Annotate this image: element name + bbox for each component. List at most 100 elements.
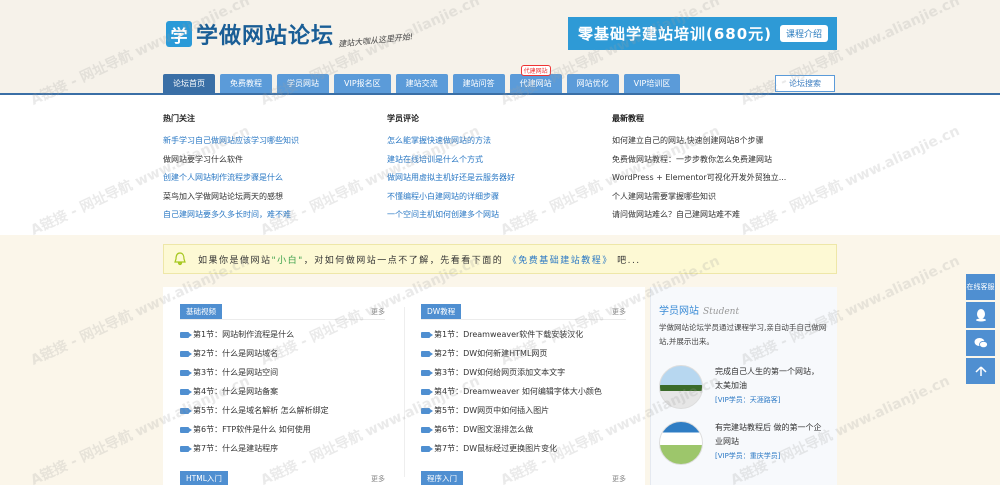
qq-icon[interactable] bbox=[966, 302, 995, 328]
more-link[interactable]: 更多 bbox=[371, 474, 385, 484]
hot-topic-link[interactable]: 自己建网站要多久多长时间，难不难 bbox=[163, 206, 299, 225]
tutorial-link[interactable]: 请问做网站难么？自己建网站难不难 bbox=[612, 206, 786, 225]
case-title[interactable]: 有完建站教程后 做的第一个企业网站 bbox=[715, 421, 825, 449]
review-link[interactable]: 不懂编程小白建网站的详细步骤 bbox=[387, 188, 515, 207]
video-icon bbox=[421, 388, 433, 395]
case-title[interactable]: 完成自己人生的第一个网站，太美加油 bbox=[715, 365, 825, 393]
section-tag[interactable]: DW教程 bbox=[421, 304, 462, 319]
video-icon bbox=[421, 445, 433, 452]
sidebar-description: 学做网站论坛学员通过课程学习,亲自动手自己做网站,并展示出来。 bbox=[659, 323, 827, 346]
video-icon bbox=[180, 407, 192, 414]
nav-item-exchange[interactable]: 建站交流 bbox=[395, 74, 448, 93]
case-thumbnail[interactable] bbox=[659, 421, 703, 465]
hot-topic-link[interactable]: 创建个人网站制作流程步骤是什么 bbox=[163, 169, 299, 188]
hot-topic-link[interactable]: 新手学习自己做网站应该学习哪些知识 bbox=[163, 132, 299, 151]
review-link[interactable]: 怎么能掌握快速做网站的方法 bbox=[387, 132, 515, 151]
lesson-item[interactable]: 第1节：网站制作流程是什么 bbox=[180, 325, 385, 344]
lesson-title: 第5节：DW网页中如何插入图片 bbox=[434, 406, 550, 415]
column-title: 最新教程 bbox=[612, 114, 644, 123]
review-link[interactable]: 做网站用虚拟主机好还是云服务器好 bbox=[387, 169, 515, 188]
lesson-item[interactable]: 第7节：DW鼠标经过更换图片变化 bbox=[421, 439, 626, 458]
lesson-item[interactable]: 第5节：DW网页中如何插入图片 bbox=[421, 401, 626, 420]
lesson-title: 第3节：DW如何给网页添加文本文字 bbox=[434, 368, 566, 377]
video-icon bbox=[180, 350, 192, 357]
case-info: 完成自己人生的第一个网站，太美加油 [VIP学员：天涯路客] bbox=[715, 365, 825, 409]
more-link[interactable]: 更多 bbox=[612, 474, 626, 484]
notice-highlight: "小白" bbox=[271, 255, 304, 266]
logo-text: 学做网站论坛 bbox=[196, 24, 335, 49]
lesson-title: 第7节：DW鼠标经过更换图片变化 bbox=[434, 444, 558, 453]
review-link[interactable]: 一个空间主机如何创建多个网站 bbox=[387, 206, 515, 225]
hot-topic-link[interactable]: 做网站要学习什么软件 bbox=[163, 151, 299, 170]
lesson-item[interactable]: 第2节：DW如何新建HTML网页 bbox=[421, 344, 626, 363]
more-link[interactable]: 更多 bbox=[371, 307, 385, 317]
lesson-item[interactable]: 第6节：FTP软件是什么 如何使用 bbox=[180, 420, 385, 439]
basic-video-section: 基础视频 更多 第1节：网站制作流程是什么 第2节：什么是网站域名 第3节：什么… bbox=[180, 304, 385, 458]
nav-item-student-sites[interactable]: 学员网站 bbox=[277, 74, 329, 93]
lesson-title: 第5节：什么是域名解析 怎么解析绑定 bbox=[193, 406, 329, 415]
student-case[interactable]: 有完建站教程后 做的第一个企业网站 [VIP学员：重庆学员] bbox=[659, 421, 825, 465]
lesson-title: 第6节：DW图文混排怎么做 bbox=[434, 425, 534, 434]
lesson-item[interactable]: 第3节：什么是网站空间 bbox=[180, 363, 385, 382]
hot-topic-link[interactable]: 菜鸟加入学做网站论坛两天的感想 bbox=[163, 188, 299, 207]
tutorial-link[interactable]: 个人建网站需要掌握哪些知识 bbox=[612, 188, 786, 207]
dw-tutorial-section: DW教程 更多 第1节：Dreamweaver软件下载安装汉化 第2节：DW如何… bbox=[421, 304, 626, 458]
lesson-title: 第1节：Dreamweaver软件下载安装汉化 bbox=[434, 330, 584, 339]
lesson-title: 第3节：什么是网站空间 bbox=[193, 368, 279, 377]
mega-menu: 热门关注 新手学习自己做网站应该学习哪些知识 做网站要学习什么软件 创建个人网站… bbox=[0, 95, 1000, 235]
lesson-item[interactable]: 第7节：什么是建站程序 bbox=[180, 439, 385, 458]
lesson-title: 第7节：什么是建站程序 bbox=[193, 444, 279, 453]
video-icon bbox=[180, 388, 192, 395]
video-icon bbox=[421, 426, 433, 433]
section-header: 程序入门 更多 bbox=[421, 471, 626, 485]
online-service-button[interactable]: 在线客服 bbox=[966, 274, 995, 300]
video-icon bbox=[180, 369, 192, 376]
logo-slogan: 建站大咖从这里开始! bbox=[337, 31, 414, 49]
sidebar-title-cn: 学员网站 bbox=[659, 306, 699, 317]
tutorial-link[interactable]: 免费做网站教程：一步步教你怎么免费建网站 bbox=[612, 151, 786, 170]
lesson-item[interactable]: 第4节：Dreamweaver 如何编辑字体大小颜色 bbox=[421, 382, 626, 401]
lesson-item[interactable]: 第1节：Dreamweaver软件下载安装汉化 bbox=[421, 325, 626, 344]
case-thumbnail[interactable] bbox=[659, 365, 703, 409]
nav-item-home[interactable]: 论坛首页 bbox=[163, 74, 215, 93]
video-icon bbox=[421, 331, 433, 338]
banner-course-button[interactable]: 课程介绍 bbox=[780, 25, 829, 42]
video-icon bbox=[180, 426, 192, 433]
lesson-title: 第4节：Dreamweaver 如何编辑字体大小颜色 bbox=[434, 387, 602, 396]
review-link[interactable]: 建站在线培训是什么个方式 bbox=[387, 151, 515, 170]
html-intro-section: HTML入门 更多 bbox=[180, 471, 385, 485]
nav-item-qa[interactable]: 建站问答 bbox=[452, 74, 505, 93]
wechat-icon[interactable] bbox=[966, 330, 995, 356]
notice-middle: ，对如何做网站一点不了解，先看看下面的 bbox=[303, 255, 504, 266]
lesson-item[interactable]: 第4节：什么是网站备案 bbox=[180, 382, 385, 401]
back-to-top-icon[interactable] bbox=[966, 358, 995, 384]
site-logo[interactable]: 学 学做网站论坛 建站大咖从这里开始! bbox=[166, 18, 413, 50]
nav-item-site-build[interactable]: 代建网站 代建网站 bbox=[509, 65, 562, 93]
notice-prefix: 如果你是做网站 bbox=[198, 255, 272, 266]
video-icon bbox=[180, 331, 192, 338]
notice-tutorial-link[interactable]: 《免费基础建站教程》 bbox=[508, 256, 613, 266]
section-tag[interactable]: 基础视频 bbox=[180, 304, 222, 319]
nav-item-vip-training[interactable]: VIP培训区 bbox=[623, 74, 681, 93]
bell-icon bbox=[172, 251, 188, 267]
nav-item-vip-signup[interactable]: VIP报名区 bbox=[334, 74, 391, 93]
lesson-item[interactable]: 第6节：DW图文混排怎么做 bbox=[421, 420, 626, 439]
tutorial-link[interactable]: 如何建立自己的网站,快速创建网站8个步骤 bbox=[612, 132, 786, 151]
nav-item-label: 代建网站 bbox=[519, 79, 552, 88]
training-banner[interactable]: 零基础学建站培训(680元) 课程介绍 bbox=[568, 17, 837, 50]
nav-item-seo[interactable]: 网站优化 bbox=[566, 74, 619, 93]
lesson-item[interactable]: 第2节：什么是网站域名 bbox=[180, 344, 385, 363]
more-link[interactable]: 更多 bbox=[612, 307, 626, 317]
lesson-item[interactable]: 第3节：DW如何给网页添加文本文字 bbox=[421, 363, 626, 382]
lesson-item[interactable]: 第5节：什么是域名解析 怎么解析绑定 bbox=[180, 401, 385, 420]
student-case[interactable]: 完成自己人生的第一个网站，太美加油 [VIP学员：天涯路客] bbox=[659, 365, 825, 409]
section-tag[interactable]: HTML入门 bbox=[180, 471, 228, 485]
nav-item-free-tutorials[interactable]: 免费教程 bbox=[220, 74, 272, 93]
forum-search-button[interactable]: 论坛搜索 bbox=[775, 75, 835, 92]
floating-toolbar: 在线客服 bbox=[966, 274, 995, 384]
lesson-title: 第1节：网站制作流程是什么 bbox=[193, 330, 295, 339]
section-tag[interactable]: 程序入门 bbox=[421, 471, 463, 485]
case-user: [VIP学员：天涯路客] bbox=[715, 396, 781, 404]
tutorial-link[interactable]: WordPress + Elementor可视化开发外贸独立... bbox=[612, 169, 786, 188]
student-reviews-column: 学员评论 怎么能掌握快速做网站的方法 建站在线培训是什么个方式 做网站用虚拟主机… bbox=[387, 113, 515, 225]
